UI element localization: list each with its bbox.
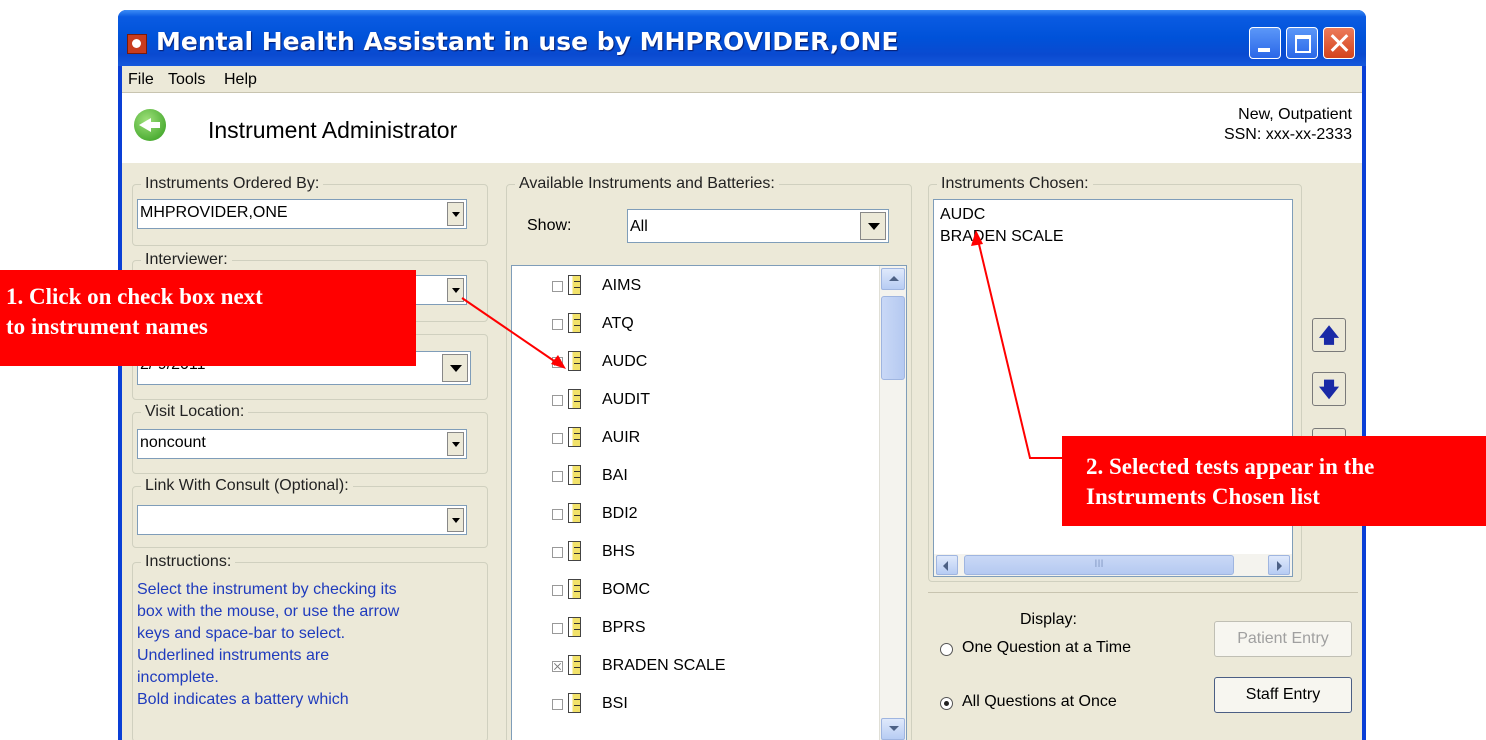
callout-2-line: 2. Selected tests appear in the <box>1086 454 1375 479</box>
callout-1-arrowhead <box>551 355 566 369</box>
callout-2-arrow <box>977 239 1062 459</box>
callout-arrows <box>461 230 1062 459</box>
callout-2-line: Instruments Chosen list <box>1086 484 1320 509</box>
callout-box-2: 2. Selected tests appear in the Instrume… <box>1062 436 1486 526</box>
callout-2-arrowhead <box>971 230 983 246</box>
callout-1-arrow <box>461 297 561 366</box>
